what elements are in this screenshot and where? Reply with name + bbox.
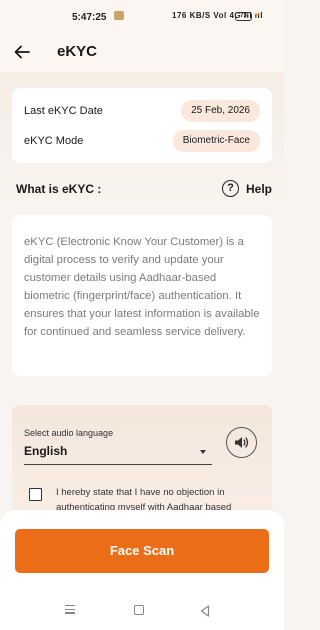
status-bar: 5:47:25 176 KB/S Vol 4G ııl ııl 73 ⚡ [0, 0, 284, 34]
consent-checkbox[interactable] [29, 488, 42, 501]
audio-language-caption: Select audio language [24, 428, 114, 438]
ekyc-description: eKYC (Electronic Know Your Customer) is … [24, 236, 260, 338]
audio-language-select[interactable]: English [24, 441, 212, 465]
system-back-icon[interactable] [200, 604, 210, 622]
last-ekyc-date-label: Last eKYC Date [24, 105, 103, 117]
description-card: eKYC (Electronic Know Your Customer) is … [12, 215, 272, 376]
question-circle-icon[interactable]: ? [222, 180, 239, 197]
caret-down-icon[interactable] [200, 450, 206, 454]
play-audio-button[interactable] [226, 427, 257, 458]
ekyc-mode-row: eKYC Mode Biometric-Face [24, 129, 260, 153]
app-header: eKYC [0, 34, 284, 72]
page-title: eKYC [57, 43, 98, 60]
audio-language-value[interactable]: English [24, 444, 67, 458]
notification-icon [114, 11, 124, 20]
face-scan-button[interactable]: Face Scan [15, 529, 269, 573]
status-time: 5:47:25 [72, 12, 107, 23]
ekyc-mode-label: eKYC Mode [24, 135, 84, 147]
system-nav-bar [0, 593, 284, 630]
bottom-action-bar: Face Scan [0, 510, 284, 630]
what-is-ekyc-heading: What is eKYC : [16, 182, 102, 196]
arrow-left-icon[interactable] [12, 42, 32, 62]
ekyc-mode-value: Biometric-Face [172, 130, 260, 152]
last-ekyc-date-value: 25 Feb, 2026 [181, 100, 260, 122]
charging-icon: ⚡ [254, 10, 261, 20]
speaker-icon [235, 437, 249, 448]
recent-apps-icon[interactable] [65, 605, 75, 616]
battery-icon: 73 [235, 12, 252, 21]
ekyc-info-card: Last eKYC Date 25 Feb, 2026 eKYC Mode Bi… [12, 88, 272, 163]
last-ekyc-date-row: Last eKYC Date 25 Feb, 2026 [24, 99, 260, 123]
help-label[interactable]: Help [246, 182, 272, 196]
home-icon[interactable] [134, 605, 144, 615]
